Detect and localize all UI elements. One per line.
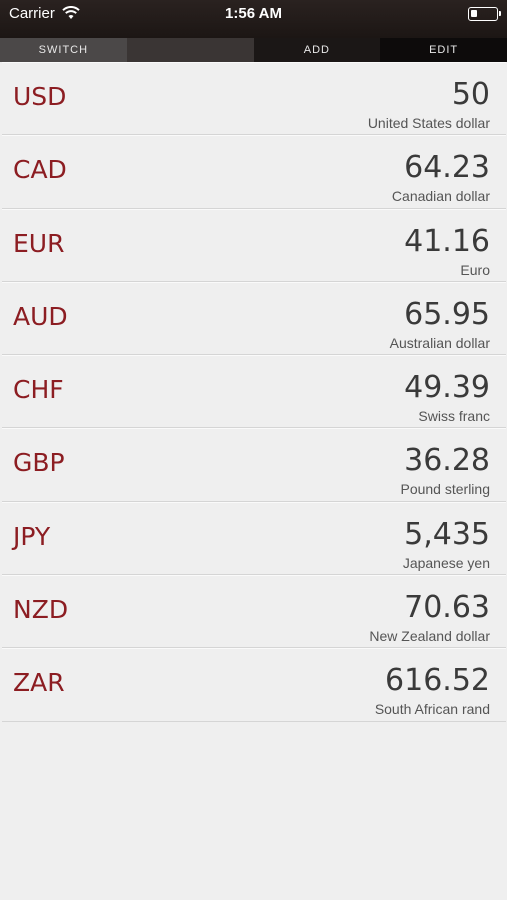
currency-row-cad[interactable]: CAD 64.23 Canadian dollar	[2, 135, 506, 209]
currency-amount: 65.95	[404, 296, 490, 332]
currency-name: Swiss franc	[418, 408, 490, 425]
add-button[interactable]: ADD	[253, 38, 381, 62]
currency-row-zar[interactable]: ZAR 616.52 South African rand	[2, 648, 506, 722]
currency-name: United States dollar	[367, 115, 490, 131]
edit-button[interactable]: EDIT	[380, 38, 507, 62]
currency-amount: 36.28	[404, 443, 490, 479]
toolbar-spacer	[126, 38, 254, 62]
currency-amount: 64.23	[404, 150, 490, 186]
status-bar: Carrier 1:56 AM	[0, 0, 507, 38]
currency-name: Japanese yen	[402, 554, 490, 571]
currency-code: CAD	[13, 155, 67, 185]
currency-amount: 5,435	[404, 516, 490, 552]
currency-code: JPY	[13, 521, 51, 551]
currency-code: CHF	[13, 375, 64, 405]
currency-amount: 70.63	[404, 590, 490, 626]
currency-code: GBP	[13, 448, 65, 478]
currency-row-jpy[interactable]: JPY 5,435 Japanese yen	[2, 501, 506, 576]
currency-amount: 616.52	[385, 663, 490, 699]
currency-amount: 41.16	[404, 223, 490, 259]
currency-row-aud[interactable]: AUD 65.95 Australian dollar	[2, 281, 506, 356]
currency-amount: 49.39	[404, 370, 490, 406]
currency-name: Euro	[460, 261, 490, 278]
currency-name: Australian dollar	[389, 334, 490, 351]
toolbar: SWITCH ADD EDIT	[0, 38, 507, 62]
currency-name: Canadian dollar	[391, 188, 490, 205]
currency-code: AUD	[13, 301, 68, 331]
currency-code: USD	[13, 82, 67, 111]
currency-name: New Zealand dollar	[369, 628, 490, 645]
switch-button[interactable]: SWITCH	[0, 38, 127, 62]
currency-list: USD 50 United States dollar CAD 64.23 Ca…	[2, 62, 506, 722]
currency-row-usd[interactable]: USD 50 United States dollar	[2, 62, 506, 136]
status-time: 1:56 AM	[225, 5, 282, 22]
currency-row-eur[interactable]: EUR 41.16 Euro	[2, 208, 506, 282]
currency-row-chf[interactable]: CHF 49.39 Swiss franc	[2, 355, 506, 429]
currency-name: South African rand	[374, 701, 490, 718]
currency-code: EUR	[13, 228, 65, 258]
currency-code: NZD	[13, 595, 69, 625]
currency-row-nzd[interactable]: NZD 70.63 New Zealand dollar	[2, 575, 506, 649]
currency-code: ZAR	[13, 668, 65, 698]
currency-row-gbp[interactable]: GBP 36.28 Pound sterling	[2, 428, 506, 502]
battery-icon	[468, 7, 501, 21]
currency-amount: 50	[451, 77, 490, 112]
currency-name: Pound sterling	[400, 481, 490, 498]
